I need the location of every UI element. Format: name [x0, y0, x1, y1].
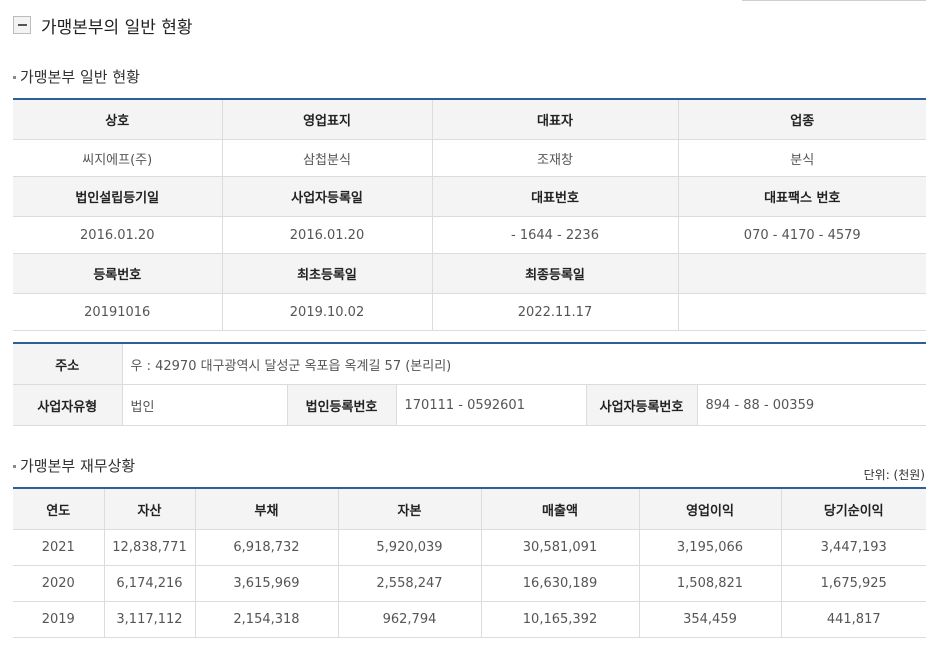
header-cell-registration-number: 등록번호 [13, 253, 223, 294]
corporate-number-value: 170111 - 0592601 [396, 384, 587, 426]
header-cell-brand: 영업표지 [222, 99, 433, 140]
table-row: 2021 12,838,771 6,918,732 5,920,039 30,5… [13, 529, 926, 566]
table-row: 20191016 2019.10.02 2022.11.17 [13, 293, 926, 331]
business-type-label: 사업자유형 [13, 384, 123, 426]
address-table: 주소 우 : 42970 대구광역시 달성군 옥포읍 옥계길 57 (본리리) … [13, 342, 927, 426]
top-divider [742, 0, 926, 1]
header-cell-phone: 대표번호 [432, 176, 679, 217]
liabilities-cell: 6,918,732 [195, 529, 339, 566]
value-cell-empty [678, 293, 926, 331]
table-header-row: 법인설립등기일 사업자등록일 대표번호 대표팩스 번호 [13, 176, 926, 217]
liabilities-cell: 3,615,969 [195, 565, 339, 602]
value-cell-first-registration: 2019.10.02 [222, 293, 433, 331]
header-cell-assets: 자산 [104, 488, 196, 530]
assets-cell: 12,838,771 [104, 529, 196, 566]
year-cell: 2020 [13, 565, 105, 602]
year-cell: 2021 [13, 529, 105, 566]
header-cell-empty [678, 253, 926, 294]
equity-cell: 962,794 [338, 601, 482, 638]
header-cell-first-registration: 최초등록일 [222, 253, 433, 294]
finance-table: 연도 자산 부채 자본 매출액 영업이익 당기순이익 2021 12,838,7… [13, 487, 926, 638]
section-header: 가맹본부의 일반 현황 [13, 13, 193, 38]
value-cell-business-registration-date: 2016.01.20 [222, 216, 433, 254]
table-row: 2019 3,117,112 2,154,318 962,794 10,165,… [13, 601, 926, 638]
general-status-table: 상호 영업표지 대표자 업종 씨지에프(주) 삼첩분식 조재창 분식 법인설립등… [13, 98, 926, 331]
header-cell-ceo: 대표자 [432, 99, 679, 140]
finance-heading: 가맹본부 재무상황 [13, 455, 135, 476]
header-cell-operating-income: 영업이익 [639, 488, 782, 530]
value-cell-last-registration: 2022.11.17 [432, 293, 679, 331]
bullet-icon [13, 76, 16, 79]
table-row: 사업자유형 법인 법인등록번호 170111 - 0592601 사업자등록번호… [13, 384, 927, 426]
equity-cell: 2,558,247 [338, 565, 482, 602]
assets-cell: 6,174,216 [104, 565, 196, 602]
assets-cell: 3,117,112 [104, 601, 196, 638]
corporate-number-label: 법인등록번호 [287, 384, 397, 426]
table-header-row: 연도 자산 부채 자본 매출액 영업이익 당기순이익 [13, 488, 926, 530]
liabilities-cell: 2,154,318 [195, 601, 339, 638]
header-cell-fax: 대표팩스 번호 [678, 176, 926, 217]
value-cell-phone: - 1644 - 2236 [432, 216, 679, 254]
revenue-cell: 16,630,189 [481, 565, 640, 602]
business-number-label: 사업자등록번호 [586, 384, 698, 426]
net-income-cell: 3,447,193 [781, 529, 926, 566]
net-income-cell: 441,817 [781, 601, 926, 638]
address-value: 우 : 42970 대구광역시 달성군 옥포읍 옥계길 57 (본리리) [122, 343, 927, 385]
general-status-heading: 가맹본부 일반 현황 [13, 66, 140, 87]
value-cell-company: 씨지에프(주) [13, 139, 223, 177]
section-title: 가맹본부의 일반 현황 [41, 17, 193, 38]
value-cell-fax: 070 - 4170 - 4579 [678, 216, 926, 254]
table-row: 씨지에프(주) 삼첩분식 조재창 분식 [13, 139, 926, 177]
business-type-value: 법인 [122, 384, 288, 426]
header-cell-last-registration: 최종등록일 [432, 253, 679, 294]
header-cell-equity: 자본 [338, 488, 482, 530]
operating-income-cell: 3,195,066 [639, 529, 782, 566]
header-cell-net-income: 당기순이익 [781, 488, 926, 530]
address-label: 주소 [13, 343, 123, 385]
value-cell-industry: 분식 [678, 139, 926, 177]
value-cell-registration-number: 20191016 [13, 293, 223, 331]
bullet-icon [13, 465, 16, 468]
table-row: 2016.01.20 2016.01.20 - 1644 - 2236 070 … [13, 216, 926, 254]
table-row: 2020 6,174,216 3,615,969 2,558,247 16,63… [13, 565, 926, 602]
collapse-toggle-button[interactable] [13, 16, 31, 34]
equity-cell: 5,920,039 [338, 529, 482, 566]
revenue-cell: 30,581,091 [481, 529, 640, 566]
header-cell-year: 연도 [13, 488, 105, 530]
year-cell: 2019 [13, 601, 105, 638]
header-cell-incorporation-date: 법인설립등기일 [13, 176, 223, 217]
operating-income-cell: 1,508,821 [639, 565, 782, 602]
operating-income-cell: 354,459 [639, 601, 782, 638]
net-income-cell: 1,675,925 [781, 565, 926, 602]
table-header-row: 등록번호 최초등록일 최종등록일 [13, 253, 926, 294]
header-cell-liabilities: 부채 [195, 488, 339, 530]
finance-title: 가맹본부 재무상황 [20, 457, 136, 475]
table-row: 주소 우 : 42970 대구광역시 달성군 옥포읍 옥계길 57 (본리리) [13, 343, 927, 385]
unit-label: 단위: (천원) [863, 468, 925, 482]
value-cell-ceo: 조재창 [432, 139, 679, 177]
header-cell-company: 상호 [13, 99, 223, 140]
revenue-cell: 10,165,392 [481, 601, 640, 638]
value-cell-brand: 삼첩분식 [222, 139, 433, 177]
general-status-title: 가맹본부 일반 현황 [20, 68, 140, 86]
minus-icon [17, 24, 27, 26]
business-number-value: 894 - 88 - 00359 [697, 384, 927, 426]
header-cell-business-registration-date: 사업자등록일 [222, 176, 433, 217]
header-cell-industry: 업종 [678, 99, 926, 140]
header-cell-revenue: 매출액 [481, 488, 640, 530]
value-cell-incorporation-date: 2016.01.20 [13, 216, 223, 254]
table-header-row: 상호 영업표지 대표자 업종 [13, 99, 926, 140]
